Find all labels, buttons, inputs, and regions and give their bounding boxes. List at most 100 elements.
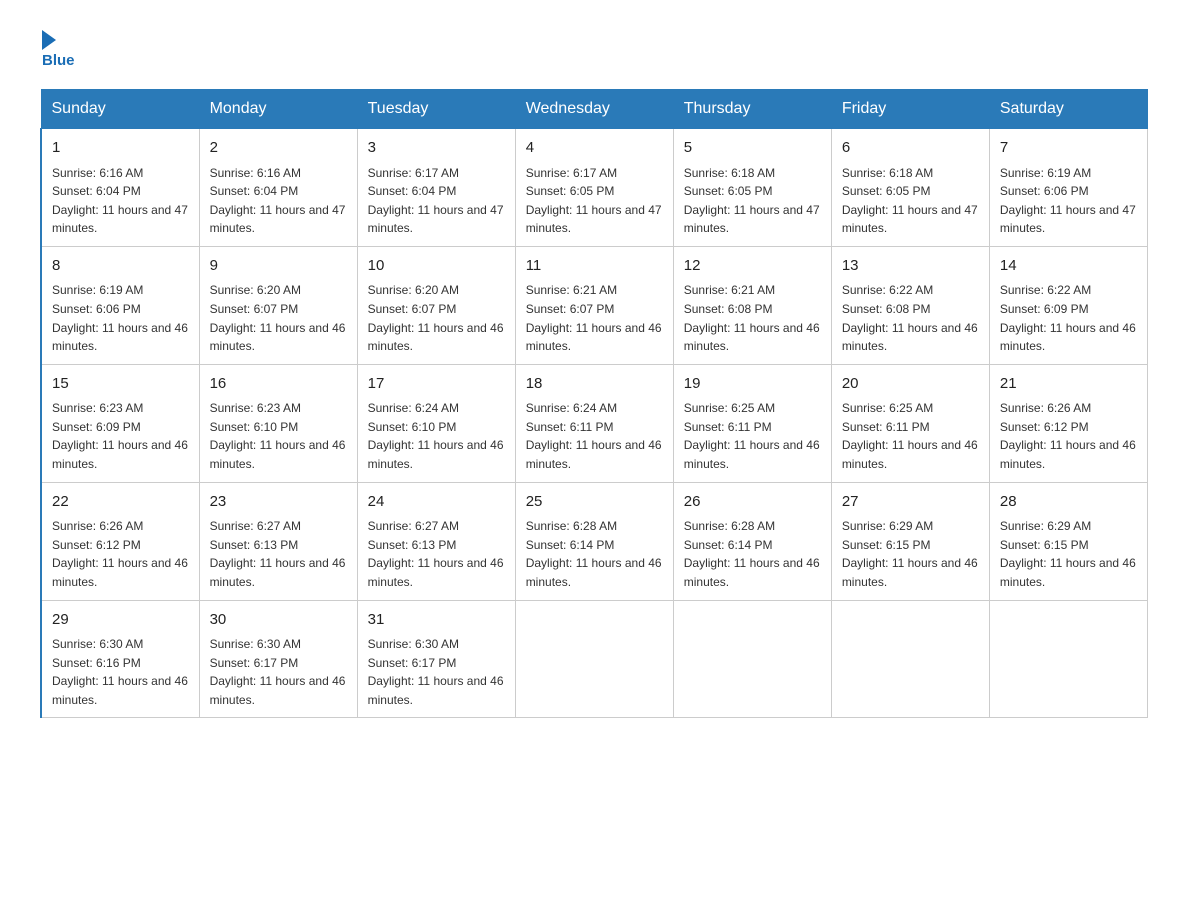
calendar-cell: 4Sunrise: 6:17 AMSunset: 6:05 PMDaylight… — [515, 129, 673, 247]
calendar-cell: 13Sunrise: 6:22 AMSunset: 6:08 PMDayligh… — [831, 246, 989, 364]
day-info: Sunrise: 6:21 AMSunset: 6:08 PMDaylight:… — [684, 281, 821, 355]
day-number: 19 — [684, 373, 821, 396]
day-info: Sunrise: 6:24 AMSunset: 6:11 PMDaylight:… — [526, 399, 663, 473]
day-info: Sunrise: 6:18 AMSunset: 6:05 PMDaylight:… — [842, 164, 979, 238]
day-number: 6 — [842, 137, 979, 160]
day-info: Sunrise: 6:25 AMSunset: 6:11 PMDaylight:… — [842, 399, 979, 473]
logo-subtitle: Blue — [42, 52, 75, 69]
calendar-cell: 23 Sunrise: 6:27 AMSunset: 6:13 PMDayligh… — [199, 482, 357, 600]
day-number: 7 — [1000, 137, 1137, 160]
day-number: 5 — [684, 137, 821, 160]
day-number: 2 — [210, 137, 347, 160]
calendar-week-row: 29 Sunrise: 6:30 AMSunset: 6:16 PMDayligh… — [41, 600, 1148, 718]
calendar-cell: 28Sunrise: 6:29 AMSunset: 6:15 PMDayligh… — [989, 482, 1147, 600]
logo-area: Blue — [40, 30, 75, 69]
weekday-header-wednesday: Wednesday — [515, 90, 673, 129]
day-info: Sunrise: 6:18 AMSunset: 6:05 PMDaylight:… — [684, 164, 821, 238]
day-number: 22 — [52, 491, 189, 514]
calendar-cell: 12 Sunrise: 6:21 AMSunset: 6:08 PMDayligh… — [673, 246, 831, 364]
weekday-header-tuesday: Tuesday — [357, 90, 515, 129]
calendar-cell: 6 Sunrise: 6:18 AMSunset: 6:05 PMDaylight… — [831, 129, 989, 247]
calendar-cell: 31 Sunrise: 6:30 AMSunset: 6:17 PMDayligh… — [357, 600, 515, 718]
weekday-header-monday: Monday — [199, 90, 357, 129]
calendar-cell — [515, 600, 673, 718]
calendar-cell: 9 Sunrise: 6:20 AMSunset: 6:07 PMDaylight… — [199, 246, 357, 364]
day-info: Sunrise: 6:30 AMSunset: 6:17 PMDaylight:… — [210, 635, 347, 709]
calendar-cell — [989, 600, 1147, 718]
day-info: Sunrise: 6:23 AMSunset: 6:10 PMDaylight:… — [210, 399, 347, 473]
calendar-cell: 20 Sunrise: 6:25 AMSunset: 6:11 PMDayligh… — [831, 364, 989, 482]
weekday-header-sunday: Sunday — [41, 90, 199, 129]
calendar-cell: 25 Sunrise: 6:28 AMSunset: 6:14 PMDayligh… — [515, 482, 673, 600]
day-info: Sunrise: 6:21 AMSunset: 6:07 PMDaylight:… — [526, 281, 663, 355]
calendar-cell: 16 Sunrise: 6:23 AMSunset: 6:10 PMDayligh… — [199, 364, 357, 482]
day-info: Sunrise: 6:23 AMSunset: 6:09 PMDaylight:… — [52, 399, 189, 473]
day-info: Sunrise: 6:26 AMSunset: 6:12 PMDaylight:… — [52, 517, 189, 591]
day-info: Sunrise: 6:17 AMSunset: 6:04 PMDaylight:… — [368, 164, 505, 238]
day-number: 26 — [684, 491, 821, 514]
calendar-cell: 24 Sunrise: 6:27 AMSunset: 6:13 PMDayligh… — [357, 482, 515, 600]
calendar-cell: 8Sunrise: 6:19 AMSunset: 6:06 PMDaylight… — [41, 246, 199, 364]
day-number: 10 — [368, 255, 505, 278]
calendar-cell: 19 Sunrise: 6:25 AMSunset: 6:11 PMDayligh… — [673, 364, 831, 482]
day-number: 12 — [684, 255, 821, 278]
day-info: Sunrise: 6:22 AMSunset: 6:09 PMDaylight:… — [1000, 281, 1137, 355]
day-info: Sunrise: 6:16 AMSunset: 6:04 PMDaylight:… — [210, 164, 347, 238]
day-info: Sunrise: 6:27 AMSunset: 6:13 PMDaylight:… — [368, 517, 505, 591]
day-number: 15 — [52, 373, 189, 396]
day-number: 29 — [52, 609, 189, 632]
day-info: Sunrise: 6:25 AMSunset: 6:11 PMDaylight:… — [684, 399, 821, 473]
day-number: 17 — [368, 373, 505, 396]
calendar-week-row: 15 Sunrise: 6:23 AMSunset: 6:09 PMDayligh… — [41, 364, 1148, 482]
weekday-header-row: SundayMondayTuesdayWednesdayThursdayFrid… — [41, 90, 1148, 129]
day-number: 25 — [526, 491, 663, 514]
day-number: 23 — [210, 491, 347, 514]
calendar-cell: 14Sunrise: 6:22 AMSunset: 6:09 PMDayligh… — [989, 246, 1147, 364]
weekday-header-thursday: Thursday — [673, 90, 831, 129]
day-number: 3 — [368, 137, 505, 160]
day-info: Sunrise: 6:29 AMSunset: 6:15 PMDaylight:… — [1000, 517, 1137, 591]
day-info: Sunrise: 6:20 AMSunset: 6:07 PMDaylight:… — [210, 281, 347, 355]
day-info: Sunrise: 6:30 AMSunset: 6:16 PMDaylight:… — [52, 635, 189, 709]
day-number: 4 — [526, 137, 663, 160]
logo-triangle-icon — [42, 30, 56, 50]
day-info: Sunrise: 6:26 AMSunset: 6:12 PMDaylight:… — [1000, 399, 1137, 473]
calendar-cell: 22 Sunrise: 6:26 AMSunset: 6:12 PMDayligh… — [41, 482, 199, 600]
calendar-cell — [831, 600, 989, 718]
calendar-cell: 21Sunrise: 6:26 AMSunset: 6:12 PMDayligh… — [989, 364, 1147, 482]
logo — [40, 30, 58, 50]
calendar-body: 1 Sunrise: 6:16 AMSunset: 6:04 PMDaylight… — [41, 129, 1148, 718]
day-number: 24 — [368, 491, 505, 514]
day-number: 16 — [210, 373, 347, 396]
weekday-header-friday: Friday — [831, 90, 989, 129]
day-number: 20 — [842, 373, 979, 396]
calendar-week-row: 8Sunrise: 6:19 AMSunset: 6:06 PMDaylight… — [41, 246, 1148, 364]
calendar-header: SundayMondayTuesdayWednesdayThursdayFrid… — [41, 90, 1148, 129]
day-number: 31 — [368, 609, 505, 632]
calendar-cell: 17Sunrise: 6:24 AMSunset: 6:10 PMDayligh… — [357, 364, 515, 482]
calendar-cell: 1 Sunrise: 6:16 AMSunset: 6:04 PMDaylight… — [41, 129, 199, 247]
day-number: 1 — [52, 137, 189, 160]
day-number: 9 — [210, 255, 347, 278]
calendar-week-row: 22 Sunrise: 6:26 AMSunset: 6:12 PMDayligh… — [41, 482, 1148, 600]
day-info: Sunrise: 6:27 AMSunset: 6:13 PMDaylight:… — [210, 517, 347, 591]
day-info: Sunrise: 6:22 AMSunset: 6:08 PMDaylight:… — [842, 281, 979, 355]
calendar-week-row: 1 Sunrise: 6:16 AMSunset: 6:04 PMDaylight… — [41, 129, 1148, 247]
day-info: Sunrise: 6:19 AMSunset: 6:06 PMDaylight:… — [1000, 164, 1137, 238]
day-number: 11 — [526, 255, 663, 278]
calendar-cell: 29 Sunrise: 6:30 AMSunset: 6:16 PMDayligh… — [41, 600, 199, 718]
day-number: 27 — [842, 491, 979, 514]
day-info: Sunrise: 6:28 AMSunset: 6:14 PMDaylight:… — [526, 517, 663, 591]
day-info: Sunrise: 6:28 AMSunset: 6:14 PMDaylight:… — [684, 517, 821, 591]
calendar-cell: 3 Sunrise: 6:17 AMSunset: 6:04 PMDaylight… — [357, 129, 515, 247]
calendar-cell — [673, 600, 831, 718]
day-info: Sunrise: 6:30 AMSunset: 6:17 PMDaylight:… — [368, 635, 505, 709]
calendar-cell: 7 Sunrise: 6:19 AMSunset: 6:06 PMDaylight… — [989, 129, 1147, 247]
calendar-cell: 10 Sunrise: 6:20 AMSunset: 6:07 PMDayligh… — [357, 246, 515, 364]
day-info: Sunrise: 6:20 AMSunset: 6:07 PMDaylight:… — [368, 281, 505, 355]
day-number: 30 — [210, 609, 347, 632]
calendar-cell: 30 Sunrise: 6:30 AMSunset: 6:17 PMDayligh… — [199, 600, 357, 718]
page-header: Blue — [40, 30, 1148, 69]
calendar-cell: 15 Sunrise: 6:23 AMSunset: 6:09 PMDayligh… — [41, 364, 199, 482]
day-info: Sunrise: 6:16 AMSunset: 6:04 PMDaylight:… — [52, 164, 189, 238]
